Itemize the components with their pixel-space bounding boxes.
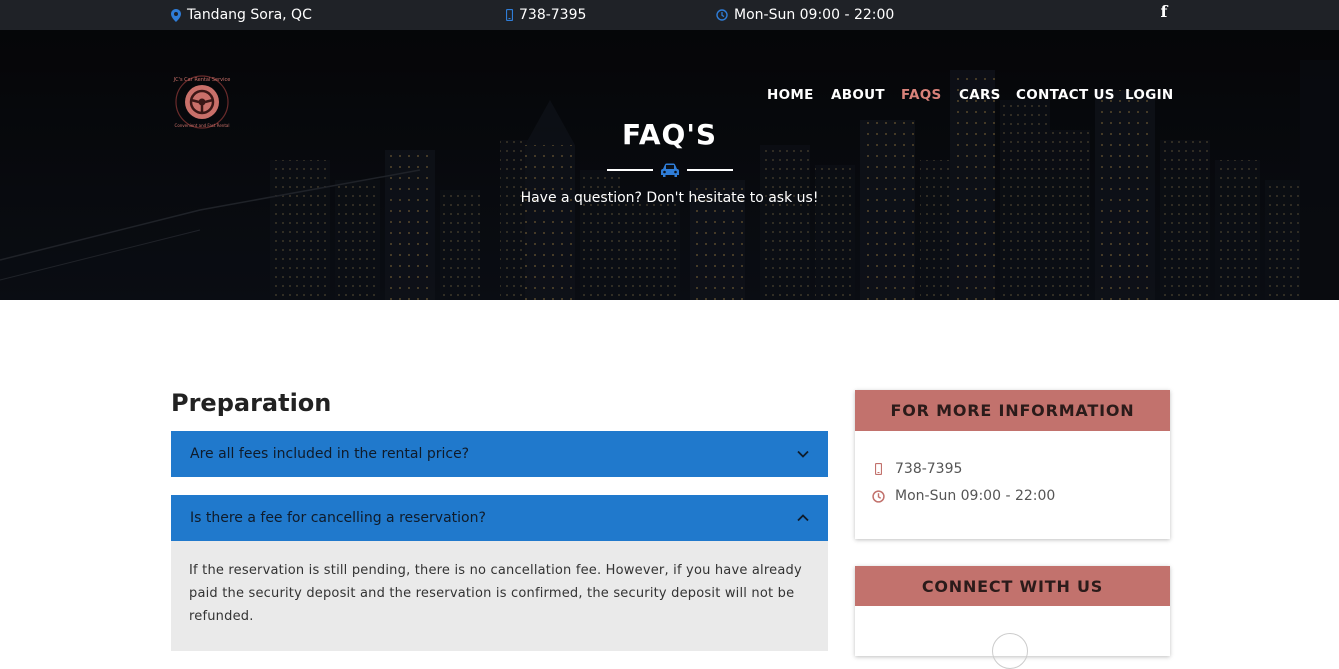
nav-login[interactable]: LOGIN <box>1125 87 1174 103</box>
title-divider <box>607 159 733 181</box>
location-info: Tandang Sora, QC <box>171 0 312 30</box>
info-hours: Mon-Sun 09:00 - 22:00 <box>871 488 1055 504</box>
map-marker-icon <box>171 8 181 22</box>
nav-cars[interactable]: CARS <box>959 87 1001 103</box>
chevron-up-icon <box>797 514 809 522</box>
faq-question: Are all fees included in the rental pric… <box>190 446 470 462</box>
info-phone: 738-7395 <box>871 461 962 477</box>
hours-info: Mon-Sun 09:00 - 22:00 <box>716 0 894 30</box>
info-card: FOR MORE INFORMATION 738-7395 Mon-Sun 09… <box>855 390 1170 539</box>
clock-icon <box>871 489 885 503</box>
nav-contact-us[interactable]: CONTACT US <box>1016 87 1115 103</box>
nav-faqs[interactable]: FAQS <box>901 87 942 103</box>
clock-icon <box>716 9 728 21</box>
location-text: Tandang Sora, QC <box>187 7 312 23</box>
divider-line-left <box>607 169 653 171</box>
mobile-phone-icon <box>871 462 885 476</box>
faq-item-expanded[interactable]: Is there a fee for cancelling a reservat… <box>171 495 828 541</box>
info-card-title: FOR MORE INFORMATION <box>855 390 1170 431</box>
logo-text-top: JC's Car Rental Service <box>173 77 231 83</box>
top-info-bar: Tandang Sora, QC 738-7395 Mon-Sun 09:00 … <box>0 0 1339 30</box>
section-title: Preparation <box>171 389 332 417</box>
connect-card: CONNECT WITH US <box>855 566 1170 669</box>
mobile-phone-icon <box>506 9 513 21</box>
car-icon <box>661 163 679 177</box>
faq-answer: If the reservation is still pending, the… <box>171 541 828 651</box>
page-subtitle: Have a question? Don't hesitate to ask u… <box>520 190 819 206</box>
main-nav: HOME ABOUT FAQS CARS CONTACT US LOGIN <box>0 87 1339 107</box>
phone-text: 738-7395 <box>519 7 587 23</box>
connect-card-title: CONNECT WITH US <box>855 566 1170 606</box>
info-hours-text: Mon-Sun 09:00 - 22:00 <box>895 488 1056 504</box>
social-link-circle[interactable] <box>992 633 1028 669</box>
page-title: FAQ'S <box>621 118 718 151</box>
info-phone-text: 738-7395 <box>895 461 963 477</box>
faq-item-collapsed[interactable]: Are all fees included in the rental pric… <box>171 431 828 477</box>
nav-home[interactable]: HOME <box>767 87 814 103</box>
phone-info: 738-7395 <box>506 0 586 30</box>
chevron-down-icon <box>797 450 809 458</box>
divider-line-right <box>687 169 733 171</box>
hours-text: Mon-Sun 09:00 - 22:00 <box>734 7 895 23</box>
hero-banner: JC's Car Rental Service Convenient and F… <box>0 30 1339 300</box>
nav-about[interactable]: ABOUT <box>831 87 885 103</box>
facebook-icon[interactable]: f <box>1158 3 1170 23</box>
faq-question: Is there a fee for cancelling a reservat… <box>190 510 486 526</box>
